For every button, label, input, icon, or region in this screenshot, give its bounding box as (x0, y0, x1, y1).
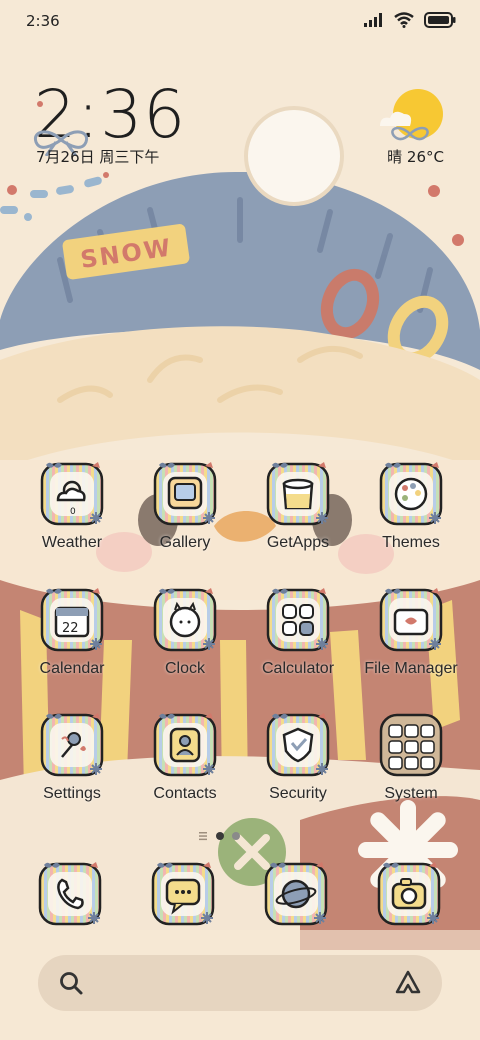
app-label: Calendar (39, 660, 105, 677)
menu-lines-icon (199, 832, 207, 841)
app-label: Gallery (159, 534, 211, 551)
messages-icon[interactable] (151, 862, 221, 930)
themes-icon[interactable] (379, 462, 443, 526)
getapps-icon[interactable] (266, 462, 330, 526)
weather-icon[interactable]: 0 (40, 462, 104, 526)
calculator-icon[interactable] (266, 588, 330, 652)
weather-widget-text: 晴 26°C (387, 148, 444, 166)
app-label: System (384, 785, 438, 802)
gallery-icon[interactable] (153, 462, 217, 526)
app-label: Clock (164, 660, 205, 677)
search-icon[interactable] (58, 970, 84, 1000)
browser-icon[interactable] (264, 862, 334, 930)
app-clock[interactable]: Clock (123, 588, 243, 698)
app-label: Contacts (153, 785, 217, 802)
status-icons (364, 12, 456, 28)
app-label: Weather (41, 534, 103, 551)
assistant-icon[interactable] (394, 969, 422, 1001)
app-gallery[interactable]: Gallery (123, 462, 243, 572)
page-dot[interactable] (232, 832, 240, 840)
search-bar[interactable] (38, 955, 442, 1011)
app-label: GetApps (266, 534, 330, 551)
clock-widget-date: 7月26日 周三下午 (36, 148, 160, 166)
file-manager-icon[interactable] (379, 588, 443, 652)
status-bar: 2:36 (0, 0, 480, 44)
page-indicator (198, 830, 240, 842)
sun-cloud-icon (380, 89, 443, 141)
contacts-icon[interactable] (153, 713, 217, 777)
app-label: Security (269, 785, 327, 802)
dock-camera[interactable] (377, 862, 447, 932)
security-icon[interactable] (266, 713, 330, 777)
app-label: File Manager (364, 660, 458, 677)
app-getapps[interactable]: GetApps (236, 462, 356, 572)
app-label: Settings (43, 785, 101, 802)
battery-icon (424, 12, 456, 28)
app-label: Themes (382, 534, 440, 551)
app-weather[interactable]: 0 Weather (10, 462, 130, 572)
app-settings[interactable]: Settings (10, 713, 130, 823)
app-contacts[interactable]: Contacts (123, 713, 243, 823)
clock-icon[interactable] (153, 588, 217, 652)
app-system[interactable]: System (349, 713, 469, 823)
signal-icon (364, 13, 382, 27)
svg-text:22: 22 (62, 621, 79, 636)
settings-icon[interactable] (40, 713, 104, 777)
app-themes[interactable]: Themes (349, 462, 469, 572)
phone-icon[interactable] (38, 862, 108, 930)
calendar-icon[interactable]: 22 (40, 588, 104, 652)
dock-messages[interactable] (151, 862, 221, 932)
page-dot-active[interactable] (216, 832, 224, 840)
app-calculator[interactable]: Calculator (236, 588, 356, 698)
status-time: 2:36 (26, 12, 60, 30)
dock-phone[interactable] (38, 862, 108, 932)
app-security[interactable]: Security (236, 713, 356, 823)
wifi-icon (394, 12, 414, 28)
system-folder-icon[interactable] (379, 713, 443, 777)
app-label: Calculator (261, 660, 335, 677)
dock-browser[interactable] (264, 862, 334, 932)
app-file-manager[interactable]: File Manager (349, 588, 469, 698)
camera-icon[interactable] (377, 862, 447, 930)
app-calendar[interactable]: 22 Calendar (10, 588, 130, 698)
svg-text:0: 0 (70, 507, 76, 517)
